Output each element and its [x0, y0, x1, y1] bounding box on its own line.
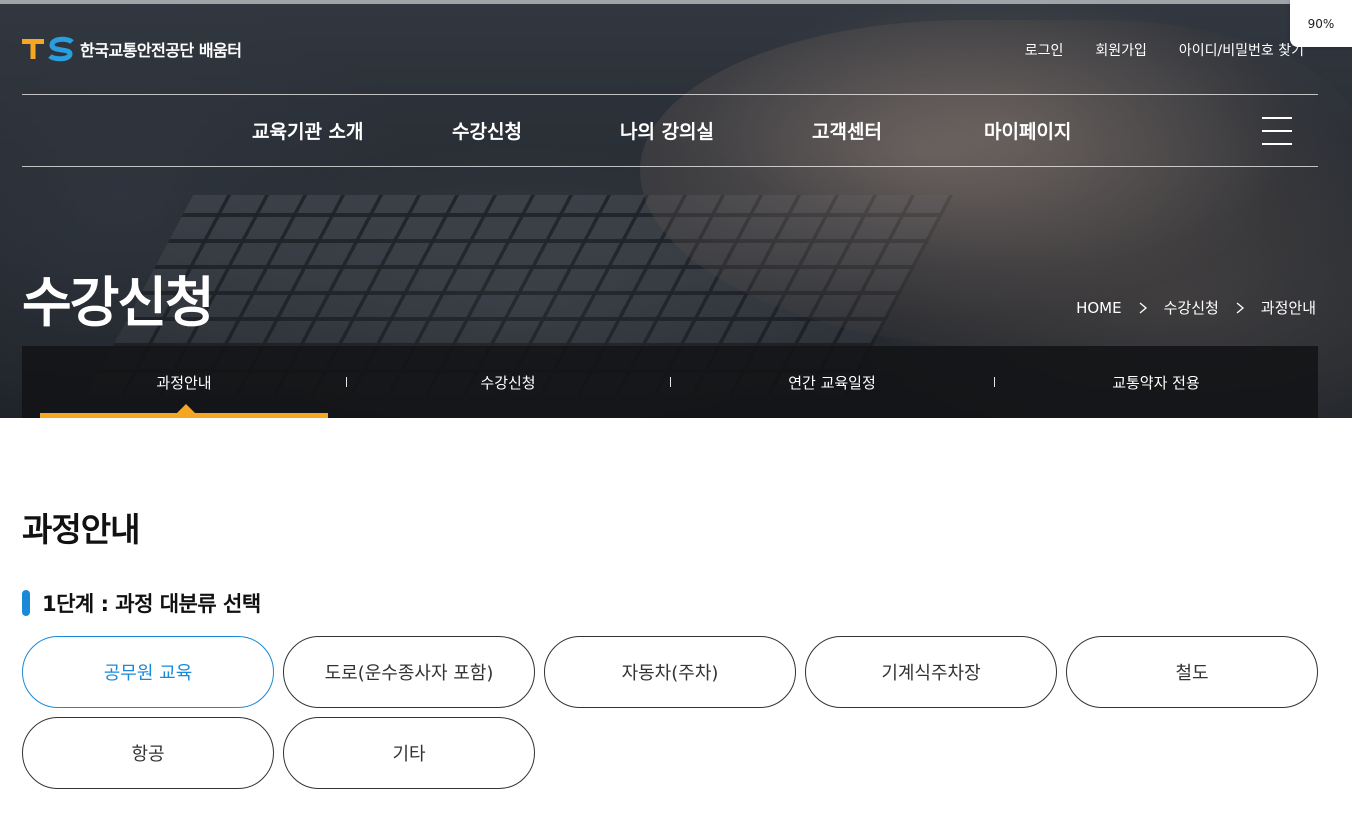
gnb-item-my-classroom[interactable]: 나의 강의실: [620, 117, 714, 144]
category-mechanical-parking[interactable]: 기계식주차장: [805, 636, 1057, 708]
subnav-enroll[interactable]: 수강신청: [346, 346, 670, 418]
step-bullet: [22, 590, 30, 616]
subnav-accessibility[interactable]: 교통약자 전용: [994, 346, 1318, 418]
gnb-bottom-line: [22, 166, 1318, 167]
breadcrumb-current: 과정안내: [1260, 299, 1316, 317]
category-automobile[interactable]: 자동차(주차): [544, 636, 796, 708]
chevron-right-icon: [1139, 302, 1147, 313]
active-tab-indicator: [40, 413, 328, 418]
logo-text: 한국교통안전공단 배움터: [80, 41, 242, 60]
chevron-right-icon: [1236, 302, 1244, 313]
zoom-indicator[interactable]: 90%: [1290, 0, 1352, 47]
find-account-link[interactable]: 아이디/비밀번호 찾기: [1179, 40, 1304, 60]
hamburger-icon[interactable]: [1262, 117, 1292, 145]
hero-banner: 한국교통안전공단 배움터 로그인 회원가입 아이디/비밀번호 찾기 교육기관 소…: [0, 0, 1352, 418]
step-heading: 1단계 : 과정 대분류 선택: [22, 588, 261, 618]
gnb-item-about[interactable]: 교육기관 소개: [252, 117, 364, 144]
category-aviation[interactable]: 항공: [22, 717, 274, 789]
page-heading: 수강신청: [22, 271, 215, 334]
breadcrumb-home[interactable]: HOME: [1076, 299, 1122, 317]
subnav-annual-schedule[interactable]: 연간 교육일정: [670, 346, 994, 418]
gnb-item-enroll[interactable]: 수강신청: [452, 117, 522, 144]
category-road[interactable]: 도로(운수종사자 포함): [283, 636, 535, 708]
breadcrumb: HOME 수강신청 과정안내: [1076, 297, 1316, 318]
breadcrumb-enroll[interactable]: 수강신청: [1164, 297, 1219, 318]
utility-links: 로그인 회원가입 아이디/비밀번호 찾기: [1025, 40, 1304, 60]
category-railway[interactable]: 철도: [1066, 636, 1318, 708]
step-label: 1단계 : 과정 대분류 선택: [42, 592, 261, 616]
active-tab-arrow: [177, 404, 195, 413]
gnb-top-line: [22, 94, 1318, 95]
gnb-item-mypage[interactable]: 마이페이지: [984, 117, 1071, 144]
section-title: 과정안내: [22, 510, 140, 549]
sub-navigation: 과정안내 수강신청 연간 교육일정 교통약자 전용: [22, 346, 1318, 418]
category-civil-servant[interactable]: 공무원 교육: [22, 636, 274, 708]
signup-link[interactable]: 회원가입: [1095, 40, 1147, 60]
site-logo[interactable]: 한국교통안전공단 배움터: [22, 36, 242, 62]
login-link[interactable]: 로그인: [1025, 40, 1064, 60]
gnb-item-support[interactable]: 고객센터: [812, 117, 882, 144]
ts-logo-icon: [22, 36, 74, 62]
category-other[interactable]: 기타: [283, 717, 535, 789]
